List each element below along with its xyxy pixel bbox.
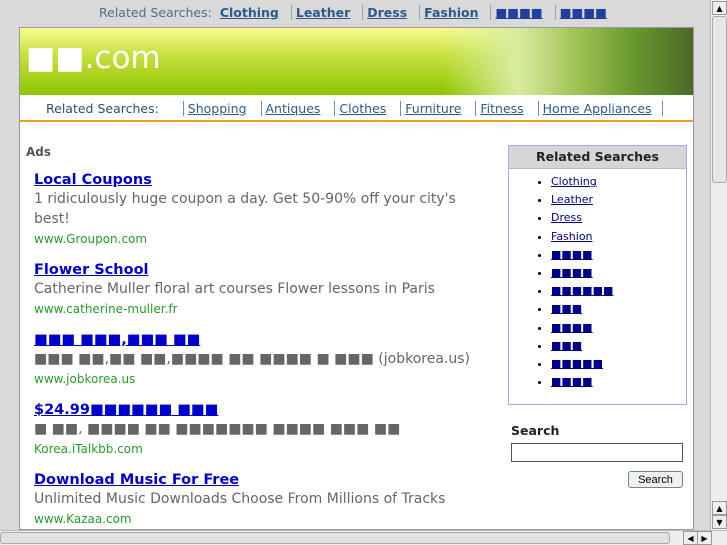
- page-container: ■■.com Related Searches: Shopping Antiqu…: [19, 27, 694, 530]
- related-search-item: ■■■■■■: [551, 282, 686, 300]
- related-search-link[interactable]: ■■■■■■: [551, 284, 613, 297]
- top-label: Related Searches:: [99, 5, 212, 20]
- related-search-item: Clothing: [551, 173, 686, 191]
- ad-item: $24.99■■■■■■ ■■■ ■ ■■, ■■■■ ■■ ■■■■■■■ ■■…: [34, 401, 486, 459]
- site-logo[interactable]: ■■.com: [26, 40, 161, 76]
- banner-photo: [443, 28, 693, 95]
- ad-title[interactable]: Flower School: [34, 261, 486, 279]
- scroll-up-icon[interactable]: ▲: [712, 501, 727, 515]
- related-search-item: ■■■: [551, 300, 686, 318]
- ad-desc: ■ ■■, ■■■■ ■■ ■■■■■■■ ■■■■ ■■■ ■■: [34, 421, 401, 437]
- scroll-up-icon[interactable]: ▲: [712, 1, 727, 15]
- ad-title[interactable]: $24.99■■■■■■ ■■■: [34, 401, 486, 419]
- ads-label: Ads: [26, 145, 52, 159]
- ad-item: Local Coupons 1 ridiculously huge coupon …: [34, 171, 486, 249]
- related-search-item: ■■■■: [551, 246, 686, 264]
- related-searches-title: Related Searches: [509, 146, 686, 169]
- ads-section: Ads Local Coupons 1 ridiculously huge cou…: [26, 145, 486, 529]
- related-search-item: ■■■■■: [551, 355, 686, 373]
- search-box: Search Search: [511, 423, 691, 488]
- nav-link-home-appliances[interactable]: Home Appliances: [543, 101, 652, 116]
- related-search-link[interactable]: Fashion: [551, 230, 593, 243]
- nav-link-fitness[interactable]: Fitness: [480, 101, 523, 116]
- top-link[interactable]: ■■■■: [560, 5, 607, 20]
- related-search-link[interactable]: ■■■■: [551, 248, 593, 261]
- related-search-item: Fashion: [551, 228, 686, 246]
- scroll-left-icon[interactable]: ◀: [683, 531, 698, 545]
- ad-desc: Unlimited Music Downloads Choose From Mi…: [34, 491, 446, 507]
- related-search-link[interactable]: ■■■■: [551, 321, 593, 334]
- ad-url[interactable]: www.Groupon.com: [34, 229, 486, 249]
- scrollbar-thumb[interactable]: [712, 16, 727, 183]
- top-related-searches: Related Searches: Clothing Leather Dress…: [0, 0, 710, 26]
- related-search-link[interactable]: Dress: [551, 211, 582, 224]
- search-title: Search: [511, 423, 560, 438]
- ad-url[interactable]: Korea.iTalkbb.com: [34, 439, 486, 459]
- related-search-link[interactable]: ■■■■: [551, 375, 593, 388]
- banner: ■■.com: [20, 28, 693, 95]
- ad-desc: 1 ridiculously huge coupon a day. Get 50…: [34, 191, 456, 227]
- related-search-item: ■■■■: [551, 264, 686, 282]
- vertical-scrollbar[interactable]: ▲ ▲ ▼: [710, 0, 727, 530]
- related-search-link[interactable]: ■■■■: [551, 266, 593, 279]
- related-searches-box: Related Searches Clothing Leather Dress Fas…: [508, 145, 687, 405]
- ad-url[interactable]: www.Kazaa.com: [34, 509, 486, 529]
- nav-link-furniture[interactable]: Furniture: [405, 101, 461, 116]
- ad-title[interactable]: Local Coupons: [34, 171, 486, 189]
- ad-url[interactable]: www.jobkorea.us: [34, 369, 486, 389]
- top-link[interactable]: Fashion: [424, 5, 478, 20]
- top-link[interactable]: ■■■■: [495, 5, 542, 20]
- scroll-right-icon[interactable]: ▶: [697, 531, 712, 545]
- ad-title[interactable]: Download Music For Free: [34, 471, 486, 489]
- ad-item: Flower School Catherine Muller floral art…: [34, 261, 486, 319]
- nav-label: Related Searches:: [46, 101, 159, 116]
- ad-item: Download Music For Free Unlimited Music D…: [34, 471, 486, 529]
- scroll-down-icon[interactable]: ▼: [712, 515, 727, 529]
- top-link[interactable]: Leather: [296, 5, 350, 20]
- related-search-link[interactable]: Clothing: [551, 175, 597, 188]
- related-search-item: ■■■■: [551, 319, 686, 337]
- ad-url[interactable]: www.catherine-muller.fr: [34, 299, 486, 319]
- top-link[interactable]: Clothing: [220, 5, 279, 20]
- nav-link-shopping[interactable]: Shopping: [188, 101, 247, 116]
- search-button[interactable]: Search: [628, 471, 683, 488]
- related-search-item: Dress: [551, 209, 686, 227]
- related-searches-nav: Related Searches: Shopping Antiques Clot…: [20, 95, 693, 122]
- related-search-item: Leather: [551, 191, 686, 209]
- nav-link-clothes[interactable]: Clothes: [339, 101, 386, 116]
- related-search-item: ■■■: [551, 337, 686, 355]
- nav-link-antiques[interactable]: Antiques: [266, 101, 321, 116]
- ad-item: ■■■ ■■■,■■■ ■■ ■■■ ■■,■■ ■■,■■■■ ■■ ■■■■ …: [34, 331, 486, 389]
- scrollbar-thumb[interactable]: [0, 532, 670, 544]
- related-search-item: ■■■■: [551, 373, 686, 391]
- related-search-link[interactable]: Leather: [551, 193, 593, 206]
- related-search-link[interactable]: ■■■: [551, 302, 582, 315]
- top-link[interactable]: Dress: [367, 5, 407, 20]
- related-searches-list: ClothingLeatherDressFashion■■■■■■■■■■■■■…: [509, 169, 686, 391]
- horizontal-scrollbar[interactable]: ◀ ▶: [0, 530, 727, 545]
- ad-desc: ■■■ ■■,■■ ■■,■■■■ ■■ ■■■■ ■ ■■■ (jobkore…: [34, 351, 470, 367]
- related-search-link[interactable]: ■■■: [551, 339, 582, 352]
- search-input[interactable]: [511, 443, 683, 462]
- ad-desc: Catherine Muller floral art courses Flow…: [34, 281, 435, 297]
- related-search-link[interactable]: ■■■■■: [551, 357, 603, 370]
- ad-title[interactable]: ■■■ ■■■,■■■ ■■: [34, 331, 486, 349]
